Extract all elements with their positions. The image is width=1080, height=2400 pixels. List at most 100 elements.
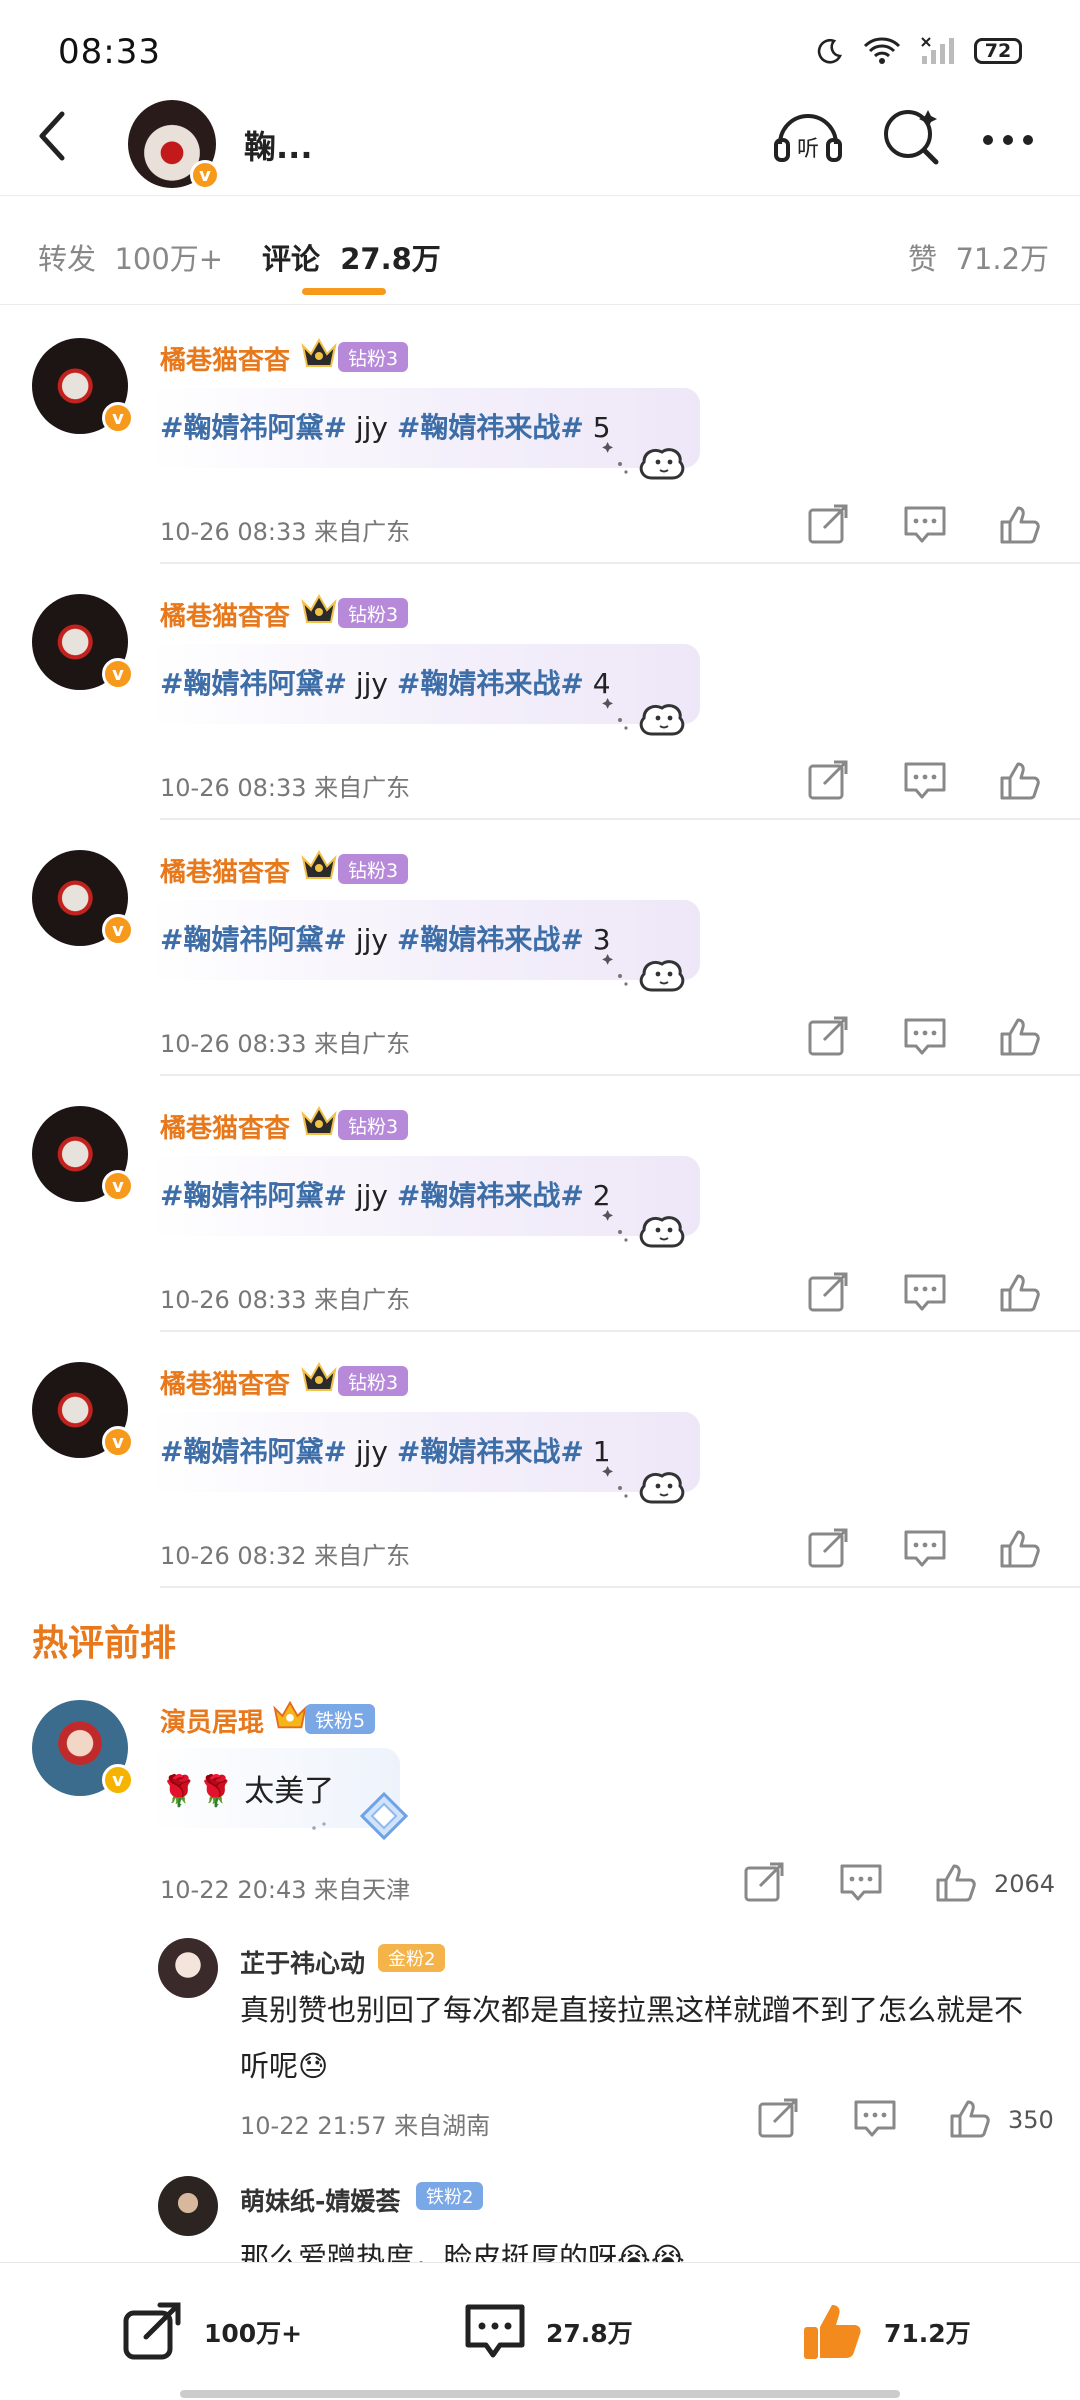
reply-icon[interactable]	[902, 502, 948, 546]
tab-repost[interactable]: 转发 100万+	[38, 236, 223, 278]
verified-icon: v	[102, 658, 134, 690]
like-icon[interactable]	[998, 758, 1044, 802]
more-icon[interactable]	[972, 104, 1044, 168]
header: v 鞠... 听	[0, 100, 1080, 192]
comment-text: #鞠婧祎阿黛# jjy #鞠婧祎来战# 2	[160, 1179, 611, 1212]
fan-badge: 金粉2	[378, 1944, 446, 1972]
commenter-name[interactable]: 橘巷猫杳杳	[160, 1364, 290, 1401]
like-count: 2064	[994, 1870, 1056, 1898]
commenter-avatar[interactable]: v	[32, 594, 134, 690]
reply-icon[interactable]	[902, 1014, 948, 1058]
share-icon[interactable]	[806, 1526, 852, 1570]
comment-item: v 橘巷猫杳杳 钻粉3 #鞠婧祎阿黛# jjy #鞠婧祎来战# 1 10-26 …	[0, 1330, 1080, 1588]
like-icon[interactable]	[998, 1526, 1044, 1570]
comment-meta: 10-26 08:33 来自广东	[160, 1286, 411, 1314]
author-name[interactable]: 鞠...	[244, 122, 312, 168]
tab-bar: 转发 100万+ 评论 27.8万 赞 71.2万	[0, 195, 1080, 305]
like-icon[interactable]	[998, 1014, 1044, 1058]
status-bar: 08:33 72	[0, 0, 1080, 100]
status-icons: 72	[816, 36, 1022, 66]
topic-link[interactable]: #鞠婧祎来战#	[397, 1179, 584, 1212]
verified-icon: v	[102, 402, 134, 434]
battery-indicator: 72	[974, 38, 1022, 64]
like-count: 350	[1008, 2106, 1054, 2134]
commenter-avatar[interactable]: v	[32, 1362, 134, 1458]
verified-icon: v	[102, 1170, 134, 1202]
share-icon[interactable]	[806, 1270, 852, 1314]
replier-name[interactable]: 芷于祎心动	[240, 1944, 365, 1980]
tab-comments[interactable]: 评论 27.8万	[262, 236, 441, 278]
like-button[interactable]: 71.2万	[800, 2299, 971, 2365]
repost-button[interactable]: 100万+	[120, 2299, 302, 2365]
author-avatar[interactable]: v	[128, 100, 220, 190]
fan-badge: 钻粉3	[338, 598, 409, 628]
bubble-sticker-icon	[602, 698, 685, 736]
comment-meta: 10-26 08:33 来自广东	[160, 518, 411, 546]
bubble-sticker-icon	[312, 1791, 409, 1841]
home-indicator	[180, 2390, 900, 2398]
back-icon[interactable]	[30, 106, 78, 166]
topic-link[interactable]: #鞠婧祎阿黛#	[160, 411, 347, 444]
comment-item: v 橘巷猫杳杳 钻粉3 #鞠婧祎阿黛# jjy #鞠婧祎来战# 2 10-26 …	[0, 1074, 1080, 1332]
comment-button[interactable]: 27.8万	[462, 2299, 633, 2365]
commenter-name[interactable]: 橘巷猫杳杳	[160, 852, 290, 889]
topic-link[interactable]: #鞠婧祎来战#	[397, 411, 584, 444]
share-icon[interactable]	[756, 2096, 802, 2140]
comment-icon	[465, 2304, 525, 2358]
search-icon[interactable]	[876, 104, 948, 168]
share-icon[interactable]	[742, 1860, 788, 1904]
reply-icon[interactable]	[838, 1860, 884, 1904]
topic-link[interactable]: #鞠婧祎阿黛#	[160, 1435, 347, 1468]
reply-meta: 10-22 21:57 来自湖南	[240, 2112, 491, 2140]
comment-text: #鞠婧祎阿黛# jjy #鞠婧祎来战# 3	[160, 923, 611, 956]
replier-name[interactable]: 萌妹纸-婧媛荟	[240, 2182, 400, 2218]
crown-icon	[301, 593, 337, 623]
comment-text: #鞠婧祎阿黛# jjy #鞠婧祎来战# 4	[160, 667, 611, 700]
comment-item: v 橘巷猫杳杳 钻粉3 #鞠婧祎阿黛# jjy #鞠婧祎来战# 3 10-26 …	[0, 818, 1080, 1076]
topic-link[interactable]: #鞠婧祎来战#	[397, 923, 584, 956]
bubble-sticker-icon	[602, 954, 685, 992]
commenter-name[interactable]: 橘巷猫杳杳	[160, 596, 290, 633]
comment-item: v 橘巷猫杳杳 钻粉3 #鞠婧祎阿黛# jjy #鞠婧祎来战# 5 10-26 …	[0, 306, 1080, 564]
commenter-name[interactable]: 橘巷猫杳杳	[160, 1108, 290, 1145]
replier-avatar[interactable]	[158, 2176, 218, 2236]
comment-item: v 橘巷猫杳杳 钻粉3 #鞠婧祎阿黛# jjy #鞠婧祎来战# 4 10-26 …	[0, 562, 1080, 820]
crown-icon	[301, 1105, 337, 1135]
topic-link[interactable]: #鞠婧祎来战#	[397, 667, 584, 700]
divider	[160, 1586, 1080, 1588]
like-icon[interactable]	[948, 2096, 994, 2140]
verified-icon: v	[190, 160, 220, 190]
topic-link[interactable]: #鞠婧祎阿黛#	[160, 667, 347, 700]
verified-icon: v	[102, 914, 134, 946]
reply-text: 真别赞也别回了每次都是直接拉黑这样就蹭不到了怎么就是不听呢😓	[240, 1993, 1024, 2083]
like-icon[interactable]	[998, 502, 1044, 546]
fan-badge: 钻粉3	[338, 342, 409, 372]
crown-icon	[273, 1700, 307, 1729]
share-icon	[123, 2302, 181, 2360]
commenter-avatar[interactable]: v	[32, 850, 134, 946]
tab-likes[interactable]: 赞 71.2万	[908, 236, 1049, 278]
commenter-avatar[interactable]: v	[32, 338, 134, 434]
topic-link[interactable]: #鞠婧祎阿黛#	[160, 923, 347, 956]
reply-icon[interactable]	[852, 2096, 898, 2140]
like-icon[interactable]	[934, 1860, 980, 1904]
commenter-name[interactable]: 演员居琨	[160, 1702, 264, 1739]
commenter-avatar[interactable]: v	[32, 1700, 134, 1796]
like-icon[interactable]	[998, 1270, 1044, 1314]
crown-icon	[301, 1361, 337, 1391]
replier-avatar[interactable]	[158, 1938, 218, 1998]
fan-badge: 铁粉5	[305, 1704, 376, 1734]
share-icon[interactable]	[806, 1014, 852, 1058]
commenter-avatar[interactable]: v	[32, 1106, 134, 1202]
topic-link[interactable]: #鞠婧祎来战#	[397, 1435, 584, 1468]
bottom-action-bar: 100万+ 27.8万 71.2万	[0, 2262, 1080, 2400]
share-icon[interactable]	[806, 502, 852, 546]
listen-icon[interactable]: 听	[772, 104, 844, 168]
share-icon[interactable]	[806, 758, 852, 802]
reply-icon[interactable]	[902, 758, 948, 802]
commenter-name[interactable]: 橘巷猫杳杳	[160, 340, 290, 377]
fan-badge: 钻粉3	[338, 1110, 409, 1140]
topic-link[interactable]: #鞠婧祎阿黛#	[160, 1179, 347, 1212]
reply-icon[interactable]	[902, 1270, 948, 1314]
reply-icon[interactable]	[902, 1526, 948, 1570]
